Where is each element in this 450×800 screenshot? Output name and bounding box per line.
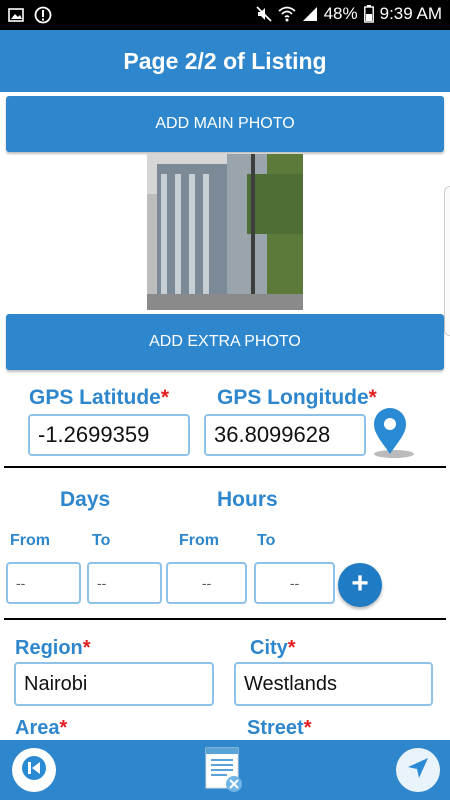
- add-extra-photo-button[interactable]: ADD EXTRA PHOTO: [6, 314, 444, 370]
- days-to-select[interactable]: --: [87, 562, 162, 604]
- back-to-start-icon: [21, 755, 47, 786]
- hours-to-select[interactable]: --: [254, 562, 335, 604]
- hours-label: Hours: [217, 488, 278, 511]
- document-clear-icon: [204, 747, 246, 798]
- battery-percent: 48%: [323, 4, 358, 23]
- gps-latitude-field[interactable]: -1.2699359: [28, 414, 190, 456]
- hours-to-label: To: [257, 532, 276, 549]
- main-photo-thumbnail[interactable]: [147, 154, 303, 310]
- city-field[interactable]: Westlands: [234, 662, 433, 706]
- add-schedule-button[interactable]: +: [338, 563, 382, 607]
- app-header: Page 2/2 of Listing: [0, 30, 450, 92]
- scroll-handle[interactable]: [444, 186, 450, 336]
- image-icon: [8, 8, 24, 22]
- days-from-select[interactable]: --: [6, 562, 81, 604]
- clock: 9:39 AM: [379, 4, 442, 23]
- location-pin-icon[interactable]: [368, 406, 418, 460]
- submit-button[interactable]: [396, 748, 440, 792]
- send-arrow-icon: [405, 755, 431, 786]
- bottom-toolbar: [0, 740, 450, 800]
- hours-from-select[interactable]: --: [166, 562, 247, 604]
- clear-form-button[interactable]: [204, 746, 246, 794]
- page-title: Page 2/2 of Listing: [123, 48, 327, 74]
- alert-icon: [34, 6, 52, 24]
- plus-icon: +: [351, 567, 369, 600]
- back-button[interactable]: [12, 748, 56, 792]
- hours-from-label: From: [179, 532, 219, 549]
- street-label: Street*: [247, 717, 312, 739]
- region-label: Region*: [15, 637, 91, 659]
- region-field[interactable]: Nairobi: [14, 662, 214, 706]
- gps-longitude-label: GPS Longitude*: [217, 386, 377, 409]
- city-label: City*: [250, 637, 296, 659]
- divider: [4, 466, 446, 468]
- days-to-label: To: [92, 532, 111, 549]
- area-label: Area*: [15, 717, 68, 739]
- mute-icon: [255, 6, 272, 22]
- status-bar: 48% 9:39 AM: [0, 0, 450, 30]
- gps-latitude-label: GPS Latitude*: [29, 386, 170, 409]
- wifi-icon: [278, 6, 296, 22]
- battery-icon: [363, 5, 374, 23]
- divider: [4, 618, 446, 620]
- gps-longitude-field[interactable]: 36.8099628: [204, 414, 366, 456]
- days-from-label: From: [10, 532, 50, 549]
- days-label: Days: [60, 488, 111, 511]
- signal-icon: [302, 6, 318, 22]
- add-main-photo-button[interactable]: ADD MAIN PHOTO: [6, 96, 444, 152]
